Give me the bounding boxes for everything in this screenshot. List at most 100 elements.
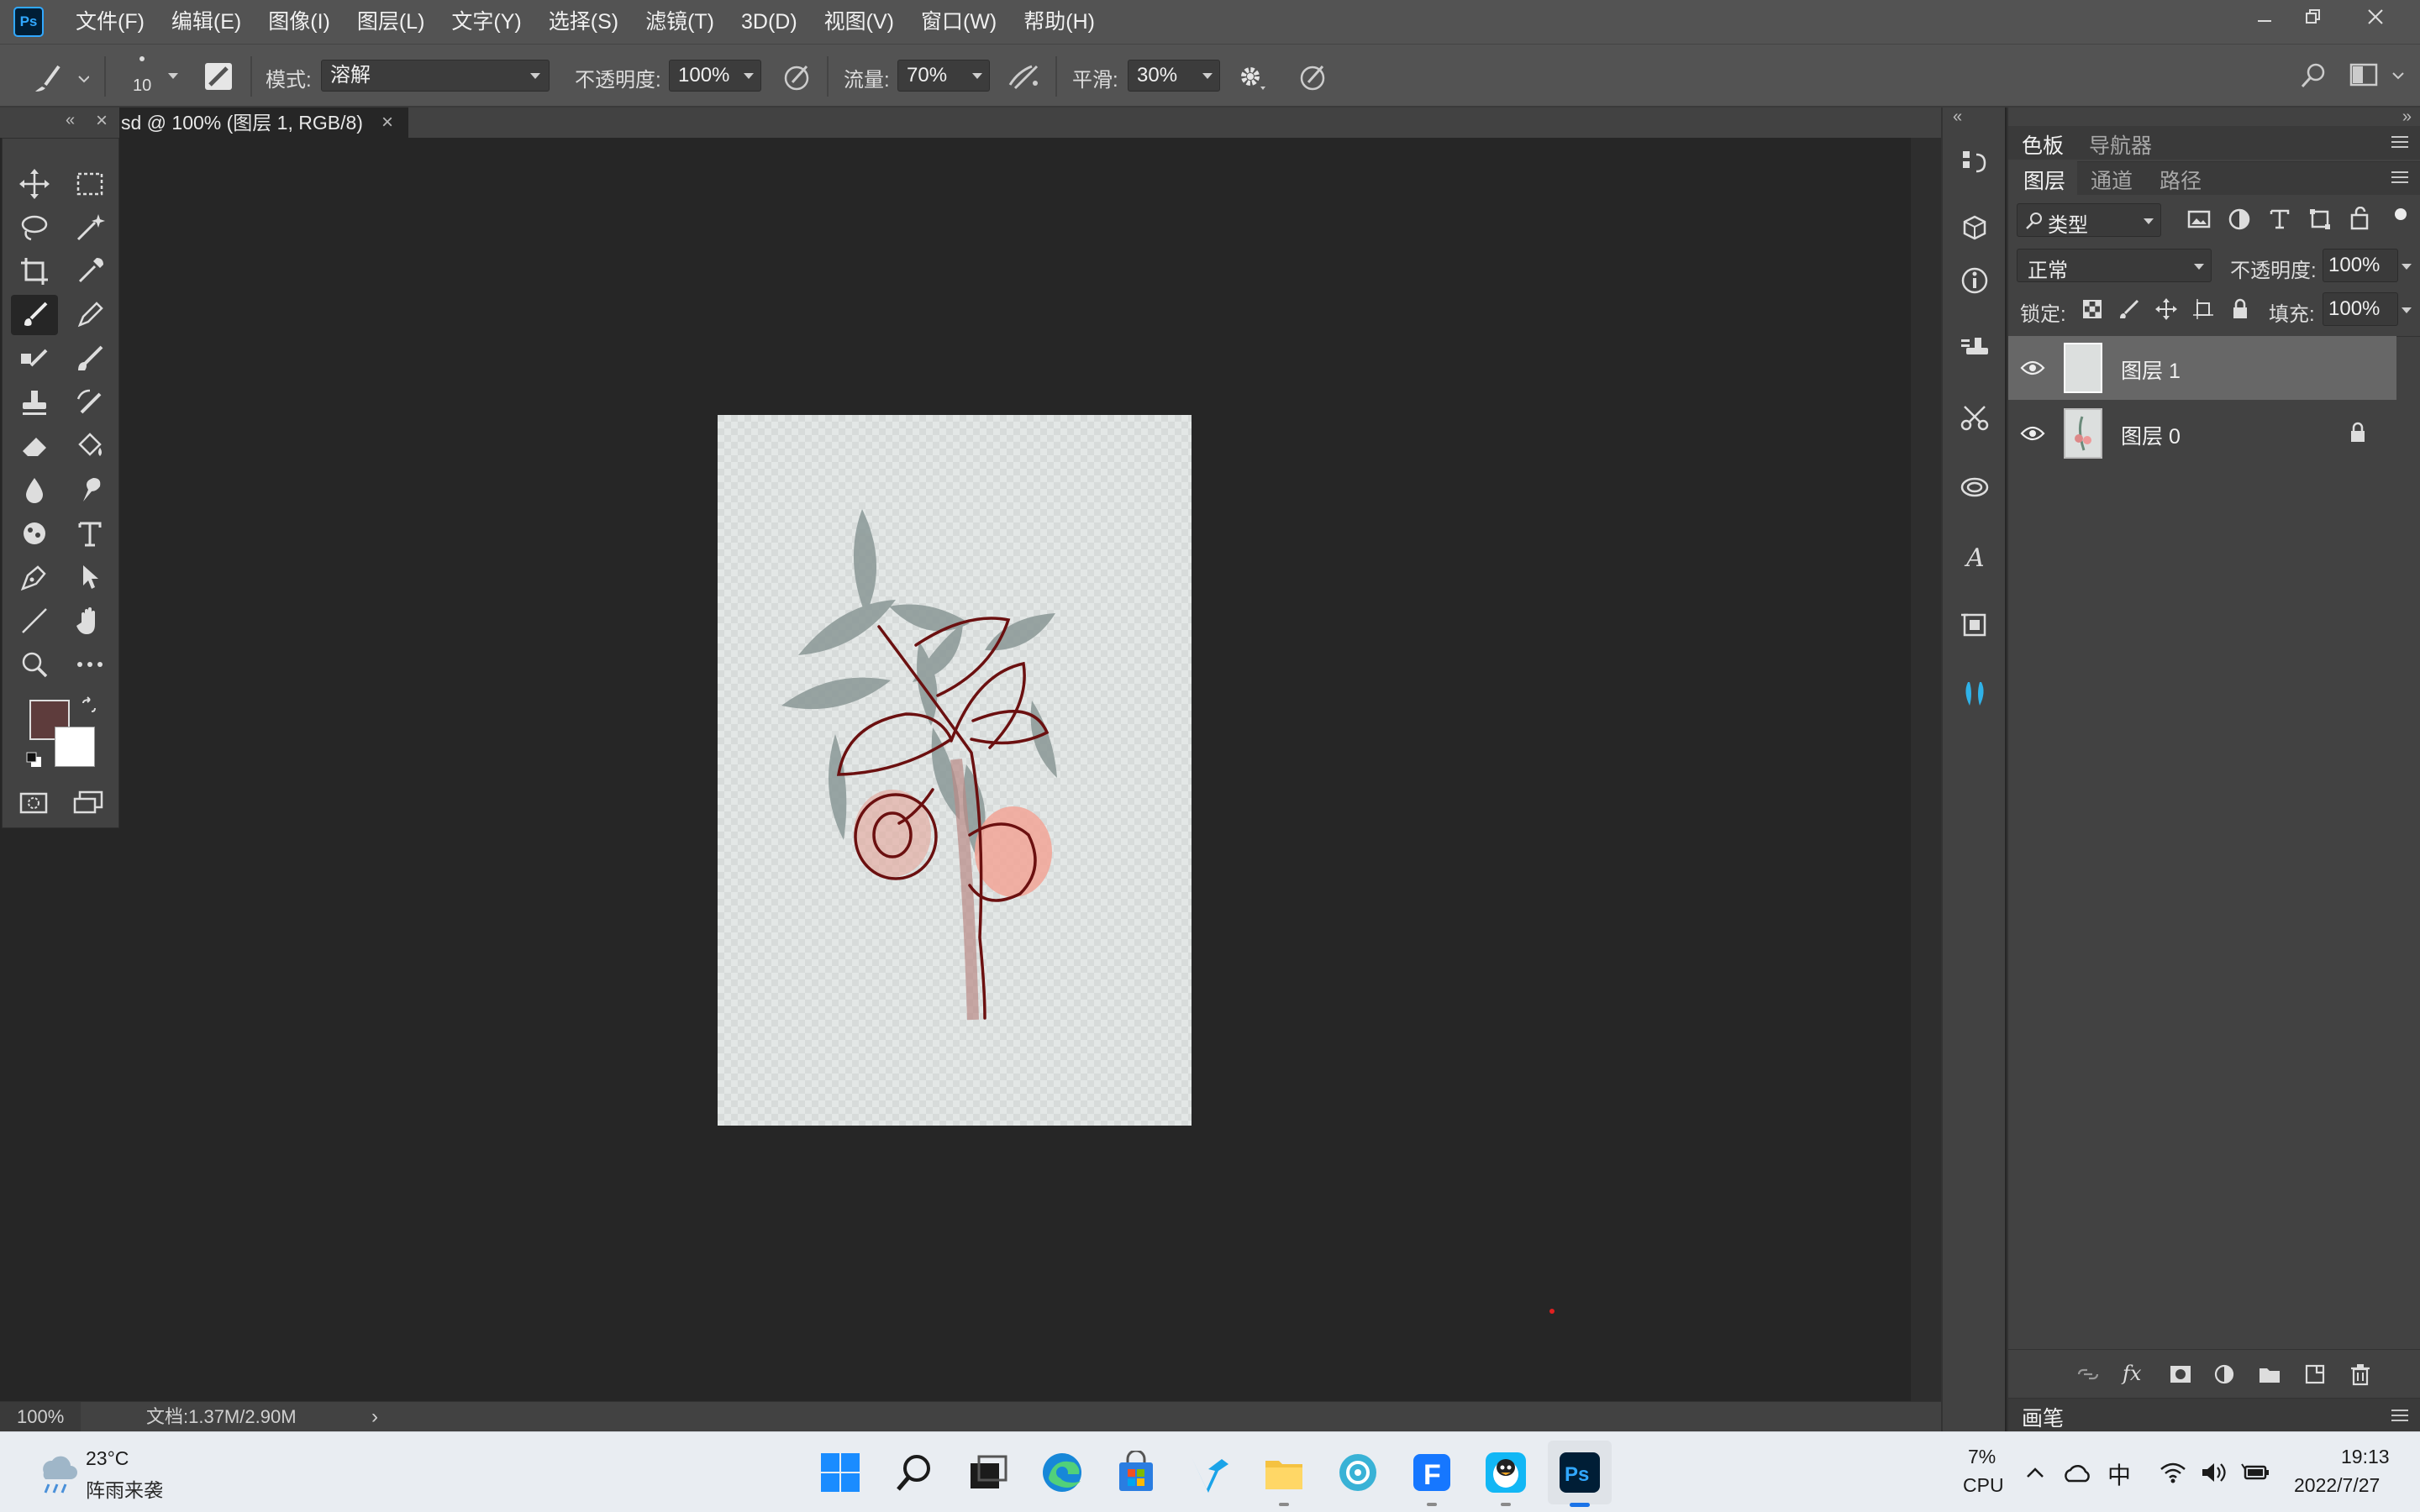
layer-filter-select[interactable]: 类型 [2017,203,2161,237]
plugin-button[interactable] [1953,672,1996,716]
lock-artboard-button[interactable] [2191,297,2215,321]
tab-channels[interactable]: 通道 [2091,165,2133,195]
task-view-button[interactable] [965,1449,1012,1496]
status-menu-chevron-icon[interactable]: › [371,1402,378,1431]
layer-row-0[interactable]: 图层 0 [2008,402,2396,465]
blend-mode-select[interactable]: 正常 [2017,249,2212,282]
menu-view[interactable]: 视图(V) [811,0,908,44]
flow-input[interactable]: 70% [897,60,990,92]
menu-filter[interactable]: 滤镜(T) [632,0,728,44]
paint-bucket-tool[interactable] [66,426,113,466]
mode-select[interactable]: 溶解 [321,60,550,92]
mask-icon[interactable] [2168,1362,2193,1387]
eraser-tool[interactable] [11,426,58,466]
search-button[interactable] [2299,61,2328,90]
store-button[interactable] [1113,1449,1160,1496]
healing-tool[interactable] [11,339,58,379]
history-panel-button[interactable] [1953,141,1996,185]
volume-icon[interactable] [2200,1461,2227,1484]
menu-window[interactable]: 窗口(W) [908,0,1010,44]
tab-layers[interactable]: 图层 [2023,165,2065,195]
smoothing-options-button[interactable] [1235,60,1269,93]
3d-panel-button[interactable] [1953,207,1996,250]
app-v-button[interactable] [1186,1449,1234,1496]
menu-edit[interactable]: 编辑(E) [158,0,255,44]
swap-colors-button[interactable] [80,696,98,715]
taskbar-search-button[interactable] [891,1449,938,1496]
lock-all-button[interactable] [2228,297,2252,321]
brush-tool[interactable] [11,295,58,335]
clone-source-button[interactable] [1953,328,1996,371]
file-explorer-button[interactable] [1260,1449,1307,1496]
tab-swatches[interactable]: 色板 [2022,129,2064,160]
vertical-scrollbar[interactable] [1911,138,1941,1401]
app-ring-button[interactable] [1334,1449,1381,1496]
libraries-button[interactable] [1953,465,1996,509]
path-selection-tool[interactable] [66,557,113,597]
filter-smart-object-button[interactable] [2348,207,2373,232]
filter-toggle[interactable] [2391,203,2408,237]
menu-select[interactable]: 选择(S) [535,0,632,44]
tab-brush[interactable]: 画笔 [2022,1402,2064,1432]
layers-menu-icon[interactable] [2391,171,2408,183]
pencil-tool[interactable] [66,295,113,335]
expand-dock-button[interactable]: » [2402,108,2412,127]
restore-button[interactable] [2284,0,2343,34]
clone-stamp-tool[interactable] [11,382,58,423]
airbrush-button[interactable] [1007,60,1042,93]
filter-adjustment-button[interactable] [2227,207,2252,232]
fx-icon[interactable]: fx [2121,1360,2149,1389]
more-tools[interactable] [66,644,113,685]
start-button[interactable] [817,1449,864,1496]
layer-0-name[interactable]: 图层 0 [2121,420,2181,450]
quick-mask-button[interactable] [18,789,51,817]
info-panel-button[interactable] [1953,259,1996,302]
crop-tool[interactable] [11,251,58,291]
magic-wand-tool[interactable] [66,207,113,248]
trash-icon[interactable] [2348,1362,2373,1387]
edge-browser-button[interactable] [1039,1449,1086,1496]
zoom-tool[interactable] [11,644,58,685]
eye-icon[interactable] [2020,423,2045,444]
zoom-level[interactable]: 100% [0,1402,81,1431]
brush-settings-toggle[interactable] [203,61,234,92]
filter-shape-button[interactable] [2307,207,2333,232]
chevron-up-icon[interactable] [2025,1464,2045,1481]
collapse-tools-button[interactable]: « [66,111,75,130]
background-color-swatch[interactable] [55,727,95,767]
menu-file[interactable]: 文件(F) [62,0,158,44]
document-canvas[interactable] [718,415,1192,1126]
workspace-switcher[interactable] [2349,61,2408,90]
dodge-tool[interactable] [11,513,58,554]
document-tab[interactable]: sd @ 100% (图层 1, RGB/8) × [119,108,408,138]
menu-3d[interactable]: 3D(D) [728,0,811,44]
lock-transparent-button[interactable] [2081,297,2104,321]
ime-indicator[interactable]: 中 [2107,1457,2131,1491]
mixer-brush-tool[interactable] [66,339,113,379]
adjustment-layer-icon[interactable] [2212,1362,2237,1387]
pressure-opacity-button[interactable] [780,60,813,93]
filter-type-button[interactable] [2267,207,2292,232]
menu-type[interactable]: 文字(Y) [438,0,534,44]
marquee-tool[interactable] [66,164,113,204]
tab-paths[interactable]: 路径 [2160,165,2202,195]
type-tool[interactable] [66,513,113,554]
filter-pixel-button[interactable] [2186,207,2212,232]
wifi-icon[interactable] [2160,1461,2186,1484]
lock-position-button[interactable] [2154,297,2178,321]
link-icon[interactable] [2075,1362,2101,1387]
close-button[interactable] [2346,0,2405,34]
layer-row-1[interactable]: 图层 1 [2008,336,2396,400]
glyphs-button[interactable]: A [1953,534,1996,578]
pen-tool[interactable] [11,557,58,597]
eye-icon[interactable] [2020,358,2045,378]
brush-panel-menu-icon[interactable] [2391,1410,2408,1421]
photoshop-taskbar-button[interactable]: Ps [1556,1449,1603,1496]
pressure-size-button[interactable] [1296,60,1329,93]
hand-tool[interactable] [66,601,113,641]
lock-pixels-button[interactable] [2118,297,2141,321]
battery-icon[interactable] [2240,1461,2270,1484]
menu-help[interactable]: 帮助(H) [1010,0,1108,44]
collapse-dock-button[interactable]: « [1953,108,1962,127]
tab-navigator[interactable]: 导航器 [2089,129,2152,160]
